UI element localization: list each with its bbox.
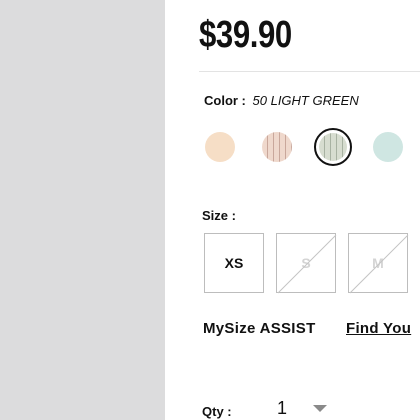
unavailable-slash-icon bbox=[349, 234, 409, 294]
color-swatch-light-green[interactable] bbox=[314, 128, 352, 166]
size-option-s[interactable]: S bbox=[276, 233, 337, 294]
color-swatch-mint[interactable] bbox=[373, 132, 403, 162]
divider bbox=[199, 71, 420, 72]
color-swatch-light-green-fill bbox=[319, 133, 347, 161]
quantity-select[interactable]: 1 bbox=[265, 396, 345, 420]
quantity-label: Qty : bbox=[202, 404, 232, 419]
find-your-size-link[interactable]: Find You bbox=[346, 320, 411, 337]
product-page: $39.90 Color : 50 LIGHT GREEN Size : XS … bbox=[0, 0, 420, 420]
product-price: $39.90 bbox=[199, 14, 292, 56]
unavailable-slash-icon bbox=[277, 234, 337, 294]
product-details-panel: $39.90 Color : 50 LIGHT GREEN Size : XS … bbox=[165, 0, 420, 420]
left-gutter bbox=[0, 0, 165, 420]
size-option-m[interactable]: M bbox=[348, 233, 409, 294]
chevron-down-icon bbox=[313, 405, 327, 412]
color-selected-value: 50 LIGHT GREEN bbox=[252, 93, 359, 108]
color-label: Color : bbox=[204, 93, 246, 108]
quantity-value: 1 bbox=[277, 398, 288, 418]
size-option-label: XS bbox=[224, 255, 244, 271]
size-option-xs[interactable]: XS bbox=[204, 233, 264, 293]
color-swatch-peach[interactable] bbox=[205, 132, 235, 162]
mysize-assist-label: MySize ASSIST bbox=[203, 320, 316, 337]
color-selection-label: Color : 50 LIGHT GREEN bbox=[204, 93, 359, 108]
color-swatch-pink-stripe[interactable] bbox=[262, 132, 292, 162]
size-label: Size : bbox=[202, 208, 236, 223]
